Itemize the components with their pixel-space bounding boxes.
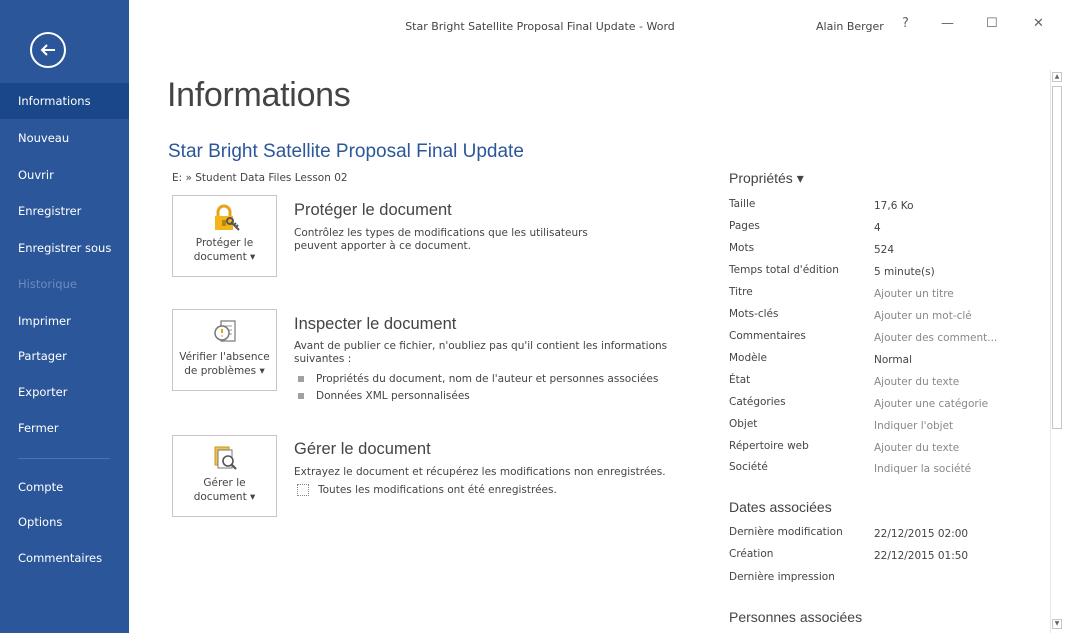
bullet-square-icon (298, 393, 304, 399)
manage-document-label: Gérer le document ▾ (193, 477, 256, 503)
property-value: 5 minute(s) (874, 266, 935, 278)
property-label: Titre (729, 286, 753, 298)
sidebar-item-compte[interactable]: Compte (0, 469, 129, 505)
property-label: Catégories (729, 396, 786, 408)
user-account-name[interactable]: Alain Berger (816, 20, 884, 33)
property-value: 524 (874, 244, 895, 256)
help-button[interactable]: ? (902, 16, 909, 32)
sidebar-item-commentaires[interactable]: Commentaires (0, 540, 129, 576)
related-people-heading: Personnes associées (729, 609, 863, 625)
inspect-document-icon (214, 320, 236, 342)
document-title: Star Bright Satellite Proposal Final Upd… (168, 141, 524, 162)
sidebar-item-enregistrer[interactable]: Enregistrer (0, 193, 129, 229)
property-label: Mots (729, 242, 755, 254)
inspect-section-title: Inspecter le document (294, 315, 457, 333)
backstage-sidebar: Informations Nouveau Ouvrir Enregistrer … (0, 0, 129, 633)
property-label: Objet (729, 418, 758, 430)
window-title: Star Bright Satellite Proposal Final Upd… (405, 20, 675, 33)
property-label: Pages (729, 220, 760, 232)
hyperlink-base-field[interactable]: Ajouter du texte (874, 442, 959, 454)
property-value: 17,6 Ko (874, 200, 914, 212)
template-value[interactable]: Normal (874, 354, 912, 366)
comments-field[interactable]: Ajouter des comment... (874, 332, 997, 344)
bullet-square-icon (298, 376, 304, 382)
sidebar-item-fermer[interactable]: Fermer (0, 410, 129, 446)
scroll-down-icon[interactable]: ▼ (1052, 619, 1062, 629)
sidebar-item-partager[interactable]: Partager (0, 338, 129, 374)
manage-document-icon (214, 446, 237, 470)
sidebar-item-options[interactable]: Options (0, 504, 129, 540)
property-label: Modèle (729, 352, 767, 364)
categories-field[interactable]: Ajouter une catégorie (874, 398, 988, 410)
sidebar-item-enregistrer-sous[interactable]: Enregistrer sous (0, 230, 129, 266)
status-field[interactable]: Ajouter du texte (874, 376, 959, 388)
property-value: 4 (874, 222, 881, 234)
sidebar-item-nouveau[interactable]: Nouveau (0, 120, 129, 156)
inspect-bullet-item: Données XML personnalisées (298, 390, 470, 402)
lock-key-icon (215, 204, 240, 231)
check-for-issues-label: Vérifier l'absence de problèmes ▾ (179, 351, 270, 377)
protect-document-label: Protéger le document ▾ (193, 237, 256, 263)
saved-document-icon (297, 484, 309, 496)
property-label: Mots-clés (729, 308, 779, 320)
back-button[interactable] (30, 32, 66, 68)
sidebar-item-exporter[interactable]: Exporter (0, 374, 129, 410)
date-label: Dernière impression (729, 571, 835, 583)
protect-document-button[interactable]: Protéger le document ▾ (172, 195, 277, 277)
property-label: Temps total d'édition (729, 264, 839, 276)
company-field[interactable]: Indiquer la société (874, 463, 971, 475)
date-value: 22/12/2015 02:00 (874, 528, 969, 540)
properties-heading[interactable]: Propriétés ▾ (729, 170, 804, 187)
property-label: Commentaires (729, 330, 806, 342)
scroll-up-icon[interactable]: ▲ (1052, 72, 1062, 82)
sidebar-item-ouvrir[interactable]: Ouvrir (0, 157, 129, 193)
sidebar-divider (18, 458, 110, 459)
sidebar-item-imprimer[interactable]: Imprimer (0, 303, 129, 339)
inspect-bullet-item: Propriétés du document, nom de l'auteur … (298, 373, 658, 385)
back-arrow-icon (40, 44, 55, 56)
inspect-section-description: Avant de publier ce fichier, n'oubliez p… (294, 340, 668, 365)
date-label: Création (729, 548, 774, 560)
date-value: 22/12/2015 01:50 (874, 550, 969, 562)
page-title: Informations (167, 76, 351, 114)
keywords-field[interactable]: Ajouter un mot-clé (874, 310, 972, 322)
manage-section-description: Extrayez le document et récupérez les mo… (294, 466, 666, 478)
scroll-thumb[interactable] (1052, 86, 1062, 429)
maximize-button[interactable]: ☐ (986, 16, 998, 32)
close-button[interactable]: ✕ (1033, 16, 1044, 32)
protect-section-description: Contrôlez les types de modifications que… (294, 227, 588, 252)
property-label: État (729, 374, 751, 386)
manage-document-button[interactable]: Gérer le document ▾ (172, 435, 277, 517)
property-label: Répertoire web (729, 440, 809, 452)
saved-status: Toutes les modifications ont été enregis… (297, 484, 557, 496)
document-path[interactable]: E: » Student Data Files Lesson 02 (172, 172, 348, 184)
subject-field[interactable]: Indiquer l'objet (874, 420, 953, 432)
sidebar-item-historique: Historique (18, 277, 77, 291)
sidebar-item-informations[interactable]: Informations (0, 83, 129, 119)
related-dates-heading: Dates associées (729, 499, 832, 515)
date-label: Dernière modification (729, 526, 843, 538)
title-field[interactable]: Ajouter un titre (874, 288, 954, 300)
minimize-button[interactable]: — (941, 16, 954, 32)
protect-section-title: Protéger le document (294, 201, 452, 219)
property-label: Société (729, 461, 768, 473)
manage-section-title: Gérer le document (294, 440, 431, 458)
check-for-issues-button[interactable]: Vérifier l'absence de problèmes ▾ (172, 309, 277, 391)
property-label: Taille (729, 198, 756, 210)
